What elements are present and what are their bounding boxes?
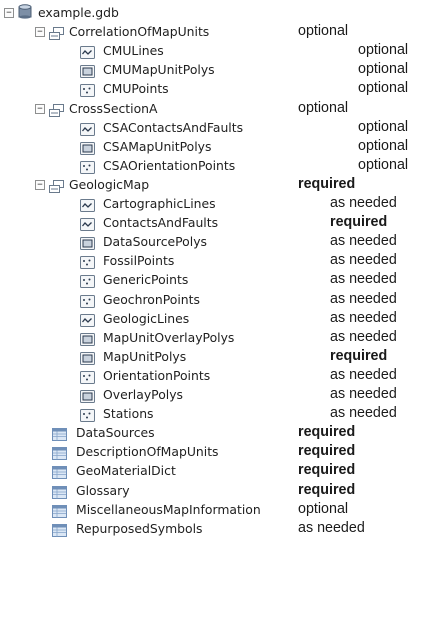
requirement-label: as needed (330, 309, 397, 326)
line-feature-class-icon (80, 121, 95, 136)
table-icon (52, 445, 67, 461)
polygon-feature-class-icon (80, 331, 95, 346)
requirement-label: as needed (330, 252, 397, 269)
requirement-label: required (330, 347, 388, 364)
feature-class-name[interactable]: CSAMapUnitPolys (103, 138, 211, 155)
requirement-label: optional (358, 61, 409, 78)
table-row[interactable]: RepurposedSymbols as needed (0, 520, 447, 541)
requirement-label: as needed (330, 290, 397, 307)
requirement-label: as needed (330, 405, 397, 422)
collapse-toggle-icon[interactable]: − (4, 8, 14, 18)
line-feature-class-icon (80, 216, 95, 232)
geodatabase-icon (18, 4, 33, 19)
feature-class-name[interactable]: CMULines (103, 42, 164, 59)
requirement-label: optional (298, 99, 349, 116)
polygon-feature-class-icon (80, 350, 95, 365)
polygon-feature-class-icon (80, 388, 95, 403)
point-feature-class-icon (80, 369, 95, 384)
feature-dataset-name[interactable]: CrossSectionA (69, 100, 157, 117)
requirement-label: as needed (330, 328, 397, 345)
requirement-label: optional (358, 42, 409, 59)
requirement-label: required (298, 175, 356, 192)
requirement-label: as needed (298, 519, 365, 536)
requirement-label: required (330, 214, 388, 231)
requirement-label: required (298, 481, 356, 498)
feature-class-name[interactable]: CSAContactsAndFaults (103, 119, 243, 136)
point-feature-class-icon (80, 254, 95, 270)
feature-class-name[interactable]: CMUMapUnitPolys (103, 61, 215, 78)
requirement-label: as needed (330, 233, 397, 250)
feature-class-name[interactable]: GenericPoints (103, 271, 188, 288)
feature-class-name[interactable]: MapUnitOverlayPolys (103, 329, 234, 346)
feature-dataset-icon (49, 102, 64, 117)
feature-class-name[interactable]: CMUPoints (103, 80, 169, 97)
requirement-label: optional (358, 118, 409, 135)
table-row[interactable]: Glossary required (0, 482, 447, 503)
feature-class-row[interactable]: CSAOrientationPoints optional (0, 157, 447, 178)
requirement-label: as needed (330, 386, 397, 402)
feature-dataset-name[interactable]: CorrelationOfMapUnits (69, 23, 209, 40)
table-row[interactable]: DataSources required (0, 424, 447, 445)
polygon-feature-class-icon (80, 140, 95, 155)
point-feature-class-icon (80, 273, 95, 289)
feature-class-name[interactable]: GeochronPoints (103, 291, 200, 308)
feature-dataset-icon (49, 25, 64, 41)
feature-dataset-icon (49, 178, 64, 193)
feature-class-row[interactable]: CMUPoints optional (0, 80, 447, 101)
table-name[interactable]: DataSources (76, 424, 155, 441)
table-name[interactable]: Glossary (76, 482, 130, 499)
table-row[interactable]: DescriptionOfMapUnits required (0, 443, 447, 464)
feature-class-name[interactable]: ContactsAndFaults (103, 214, 218, 231)
table-name[interactable]: MiscellaneousMapInformation (76, 501, 261, 518)
requirement-label: optional (298, 23, 349, 40)
tree-root-geodatabase[interactable]: − example.gdb (0, 4, 447, 25)
geodatabase-name[interactable]: example.gdb (38, 4, 119, 21)
feature-class-name[interactable]: DataSourcePolys (103, 233, 207, 250)
table-name[interactable]: GeoMaterialDict (76, 462, 176, 479)
point-feature-class-icon (80, 407, 95, 423)
feature-class-name[interactable]: CartographicLines (103, 195, 216, 212)
table-icon (52, 464, 67, 480)
feature-dataset-name[interactable]: GeologicMap (69, 176, 149, 193)
feature-class-name[interactable]: FossilPoints (103, 252, 174, 269)
requirement-label: as needed (330, 366, 397, 383)
table-name[interactable]: RepurposedSymbols (76, 520, 203, 537)
requirement-label: optional (358, 156, 409, 173)
table-icon (52, 484, 67, 499)
feature-class-name[interactable]: OverlayPolys (103, 386, 183, 403)
table-row[interactable]: GeoMaterialDict required (0, 462, 447, 483)
feature-class-name[interactable]: OrientationPoints (103, 367, 210, 384)
line-feature-class-icon (80, 312, 95, 327)
line-feature-class-icon (80, 44, 95, 60)
feature-class-name[interactable]: MapUnitPolys (103, 348, 186, 365)
table-name[interactable]: DescriptionOfMapUnits (76, 443, 219, 460)
requirement-label: optional (298, 500, 349, 517)
requirement-label: required (298, 443, 356, 460)
requirement-label: required (298, 424, 356, 441)
table-icon (52, 503, 67, 518)
polygon-feature-class-icon (80, 63, 95, 79)
collapse-toggle-icon[interactable]: − (35, 103, 45, 114)
collapse-toggle-icon[interactable]: − (35, 179, 45, 190)
point-feature-class-icon (80, 82, 95, 98)
requirement-label: required (298, 462, 356, 479)
feature-class-row[interactable]: Stations as needed (0, 405, 447, 426)
requirement-label: as needed (330, 195, 397, 211)
table-icon (52, 426, 67, 442)
feature-class-name[interactable]: Stations (103, 405, 154, 422)
collapse-toggle-icon[interactable]: − (35, 27, 45, 38)
point-feature-class-icon (80, 293, 95, 308)
table-row[interactable]: MiscellaneousMapInformation optional (0, 501, 447, 522)
polygon-feature-class-icon (80, 235, 95, 251)
requirement-label: as needed (330, 271, 397, 288)
table-icon (52, 522, 67, 537)
requirement-label: optional (358, 80, 409, 97)
feature-class-name[interactable]: GeologicLines (103, 310, 189, 327)
requirement-label: optional (358, 137, 409, 154)
feature-class-name[interactable]: CSAOrientationPoints (103, 157, 235, 174)
line-feature-class-icon (80, 197, 95, 212)
point-feature-class-icon (80, 159, 95, 174)
